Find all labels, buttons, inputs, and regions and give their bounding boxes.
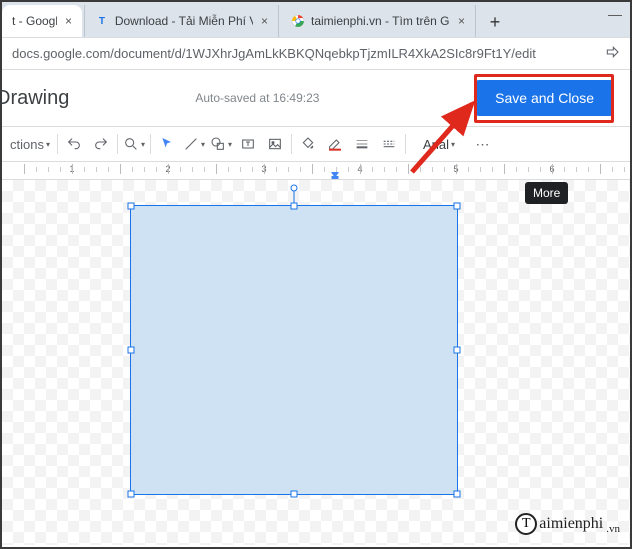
url-bar[interactable]: docs.google.com/document/d/1WJXhrJgAmLkK… [2, 37, 630, 70]
close-icon[interactable]: × [65, 14, 72, 28]
horizontal-ruler: 1 2 3 4 5 6 [2, 162, 630, 180]
line-tool[interactable] [181, 131, 207, 157]
close-icon[interactable]: × [261, 14, 268, 28]
separator [291, 134, 292, 154]
tab-title: t - Google I [12, 14, 57, 28]
dialog-title: Drawing [0, 87, 69, 110]
border-dash-button[interactable] [376, 131, 402, 157]
font-selector[interactable]: Arial [409, 131, 469, 157]
shape-tool[interactable] [208, 131, 234, 157]
redo-button[interactable] [88, 131, 114, 157]
fill-color-button[interactable] [295, 131, 321, 157]
actions-menu[interactable]: ctions [6, 131, 54, 157]
tab-title: taimienphi.vn - Tìm trên Goo [311, 14, 450, 28]
new-tab-button[interactable]: + [482, 9, 508, 35]
window-caption-buttons: — [608, 6, 622, 22]
favicon-icon [291, 14, 305, 28]
tooltip-more: More [525, 182, 568, 204]
browser-tab-1[interactable]: t - Google I × [2, 5, 82, 37]
separator [150, 134, 151, 154]
drawing-toolbar: ctions Arial ⋯ [2, 126, 630, 162]
separator [405, 134, 406, 154]
undo-button[interactable] [61, 131, 87, 157]
border-color-button[interactable] [322, 131, 348, 157]
rectangle-shape[interactable] [130, 205, 458, 495]
save-and-close-button[interactable]: Save and Close [475, 80, 614, 116]
tab-title: Download - Tải Miễn Phí VN [115, 14, 253, 28]
image-tool[interactable] [262, 131, 288, 157]
select-tool[interactable] [154, 131, 180, 157]
browser-tabstrip: t - Google I × T Download - Tải Miễn Phí… [2, 2, 630, 37]
browser-tab-3[interactable]: taimienphi.vn - Tìm trên Goo × [281, 5, 476, 37]
watermark-icon: T [515, 513, 537, 535]
border-weight-button[interactable] [349, 131, 375, 157]
url-text: docs.google.com/document/d/1WJXhrJgAmLkK… [12, 46, 604, 61]
drawing-canvas[interactable]: T aimienphi .vn [2, 180, 630, 545]
watermark: T aimienphi .vn [515, 513, 620, 535]
watermark-text: aimienphi [539, 515, 603, 533]
autosave-status: Auto-saved at 16:49:23 [195, 91, 319, 105]
browser-tab-2[interactable]: T Download - Tải Miễn Phí VN × [84, 5, 279, 37]
drawing-dialog-header: Drawing Auto-saved at 16:49:23 Save and … [2, 70, 630, 126]
more-button[interactable]: ⋯ [470, 131, 496, 157]
favicon-icon: T [95, 14, 109, 28]
close-icon[interactable]: × [458, 14, 465, 28]
share-icon[interactable] [604, 44, 620, 63]
separator [117, 134, 118, 154]
watermark-suffix: .vn [606, 523, 620, 535]
textbox-tool[interactable] [235, 131, 261, 157]
zoom-button[interactable] [121, 131, 147, 157]
separator [57, 134, 58, 154]
